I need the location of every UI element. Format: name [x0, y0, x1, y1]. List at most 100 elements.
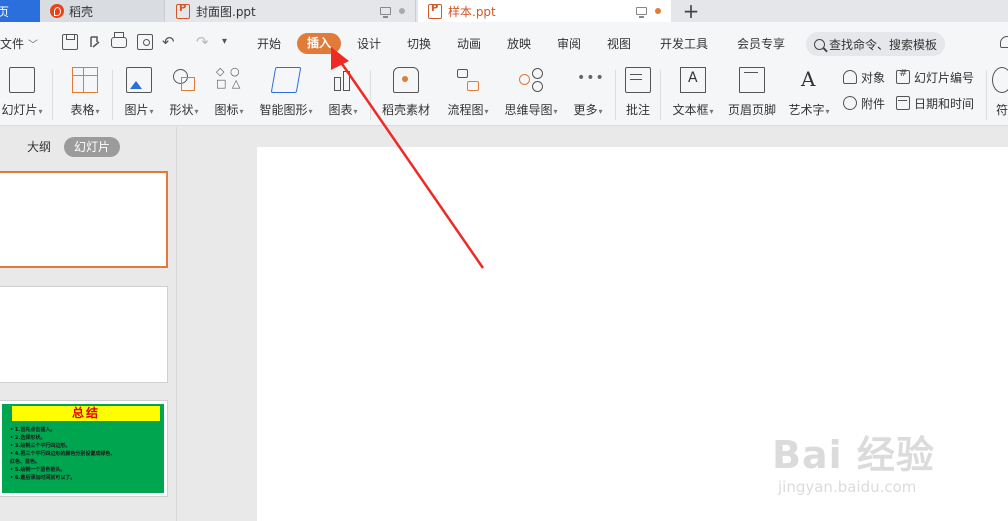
tab-member[interactable]: 会员专享 — [737, 34, 785, 54]
mindmap-label: 思维导图 — [504, 103, 553, 117]
picture-button[interactable]: 图片▾ — [118, 64, 160, 126]
divider — [112, 70, 113, 120]
tab-insert[interactable]: 插入 — [297, 33, 341, 54]
chart-button[interactable]: 图表▾ — [322, 64, 364, 126]
more-quick-access-icon[interactable]: ▾ — [222, 34, 238, 50]
date-time-label: 日期和时间 — [914, 96, 975, 111]
symbol-button[interactable]: 符 — [990, 64, 1008, 126]
mindmap-icon — [518, 67, 544, 93]
symbol-label: 符 — [995, 103, 1008, 117]
symbol-icon — [992, 67, 1008, 93]
baidu-jingyan-watermark: Bai 经验 jingyan.baidu.com — [772, 408, 1008, 518]
attachment-button[interactable]: 附件 — [840, 93, 886, 113]
insert-ribbon: 幻灯片▾ 表格▾ 图片▾ 形状▾ 图标▾ 智能图形▾ 图表▾ 稻壳素材 流程图▾… — [0, 64, 1008, 126]
outline-tab[interactable]: 大纲 — [27, 137, 51, 157]
summary-line: • 6.最后添加时间就可以了。 — [10, 475, 76, 481]
slide-thumbnail-1[interactable] — [0, 171, 168, 268]
date-time-button[interactable]: 日期和时间 — [896, 94, 974, 112]
icons-button[interactable]: 图标▾ — [208, 64, 250, 126]
new-tab-button[interactable]: + — [676, 0, 706, 23]
more-label: 更多 — [573, 103, 598, 117]
daoke-logo-icon — [50, 4, 64, 18]
tab-slideshow[interactable]: 放映 — [507, 34, 531, 54]
attachment-label: 附件 — [861, 96, 886, 111]
object-icon — [843, 70, 857, 84]
search-placeholder: 查找命令、搜索模板 — [829, 37, 938, 52]
textbox-icon — [680, 67, 706, 93]
export-icon[interactable] — [87, 34, 103, 50]
ppt-file-icon — [428, 3, 442, 19]
chart-label: 图表 — [328, 103, 353, 117]
save-icon[interactable] — [62, 34, 78, 50]
redo-icon[interactable]: ↷ — [196, 34, 212, 50]
tab-start[interactable]: 开始 — [257, 34, 281, 54]
tab-daoke[interactable]: 稻壳 — [40, 0, 165, 22]
paperclip-icon — [840, 93, 860, 113]
mindmap-button[interactable]: 思维导图▾ — [500, 64, 562, 126]
tab-home-label: 页 — [0, 4, 10, 19]
new-slide-button[interactable]: 幻灯片▾ — [0, 64, 48, 126]
tab-view[interactable]: 视图 — [607, 34, 631, 54]
daoke-material-label: 稻壳素材 — [381, 103, 430, 117]
new-slide-label: 幻灯片 — [1, 103, 38, 117]
smartart-icon — [270, 67, 302, 93]
daoke-material-button[interactable]: 稻壳素材 — [378, 64, 434, 126]
object-button[interactable]: 对象 — [843, 68, 885, 86]
tab-sample-label: 样本.ppt — [448, 4, 496, 19]
textbox-label: 文本框 — [672, 103, 709, 117]
tab-transition[interactable]: 切换 — [407, 34, 431, 54]
print-icon[interactable] — [111, 32, 127, 48]
cloud-icon[interactable] — [1000, 36, 1008, 48]
divider — [52, 70, 53, 120]
table-button[interactable]: 表格▾ — [62, 64, 108, 126]
menu-bar: 文件 ﹀ ↶ ↷ ▾ 开始 插入 设计 切换 动画 放映 审阅 视图 开发工具 会… — [0, 22, 1008, 64]
comment-label: 批注 — [625, 103, 650, 117]
unsaved-dot-icon[interactable] — [655, 8, 661, 14]
smartart-label: 智能图形 — [259, 103, 308, 117]
slide-thumbnail-3[interactable]: 总结 • 1.首先点击插入。 • 2.选择形状。 • 3.绘制三个平行四边形。 … — [0, 400, 168, 497]
slide-number-label: 幻灯片编号 — [914, 70, 975, 85]
wordart-label: 艺术字 — [788, 103, 825, 117]
table-icon — [72, 67, 98, 93]
undo-icon[interactable]: ↶ — [162, 34, 178, 50]
tab-home[interactable]: 页 — [0, 0, 40, 22]
command-search-input[interactable]: 查找命令、搜索模板 — [806, 32, 945, 56]
tab-sample-ppt[interactable]: 样本.ppt — [418, 0, 671, 22]
divider — [370, 70, 371, 120]
wordart-button[interactable]: 艺术字▾ — [784, 64, 834, 126]
slide-thumbnail-2[interactable] — [0, 286, 168, 383]
shape-label: 形状 — [169, 103, 194, 117]
slides-tab[interactable]: 幻灯片 — [64, 137, 120, 157]
table-label: 表格 — [70, 103, 95, 117]
object-label: 对象 — [861, 70, 886, 85]
more-button[interactable]: 更多▾ — [566, 64, 610, 126]
monitor-icon[interactable] — [380, 7, 391, 18]
tab-design[interactable]: 设计 — [357, 34, 381, 54]
tab-animation[interactable]: 动画 — [457, 34, 481, 54]
slide-number-icon — [896, 68, 910, 84]
tab-developer[interactable]: 开发工具 — [660, 34, 708, 54]
header-footer-button[interactable]: 页眉页脚 — [725, 64, 779, 126]
tab-cover-ppt[interactable]: 封面图.ppt — [166, 0, 416, 22]
summary-line: • 3.绘制三个平行四边形。 — [10, 443, 71, 449]
shape-button[interactable]: 形状▾ — [163, 64, 205, 126]
comment-button[interactable]: 批注 — [620, 64, 656, 126]
divider — [615, 70, 616, 120]
watermark-brand: Bai 经验 — [772, 433, 935, 477]
close-dot-icon[interactable] — [399, 8, 405, 14]
monitor-icon[interactable] — [636, 7, 647, 18]
textbox-button[interactable]: 文本框▾ — [666, 64, 720, 126]
smartart-button[interactable]: 智能图形▾ — [255, 64, 317, 126]
picture-label: 图片 — [124, 103, 149, 117]
summary-line: • 1.首先点击插入。 — [10, 427, 56, 433]
plus-icon: + — [682, 0, 700, 23]
icons-icon — [216, 65, 242, 93]
shape-icon — [171, 67, 197, 93]
summary-line: • 2.选择形状。 — [10, 435, 46, 441]
preview-icon[interactable] — [137, 34, 153, 50]
slide-number-button[interactable]: 幻灯片编号 — [896, 68, 974, 86]
flowchart-button[interactable]: 流程图▾ — [440, 64, 496, 126]
tab-cover-label: 封面图.ppt — [196, 4, 256, 19]
tab-review[interactable]: 审阅 — [557, 34, 581, 54]
file-menu[interactable]: 文件 ﹀ — [0, 34, 38, 54]
